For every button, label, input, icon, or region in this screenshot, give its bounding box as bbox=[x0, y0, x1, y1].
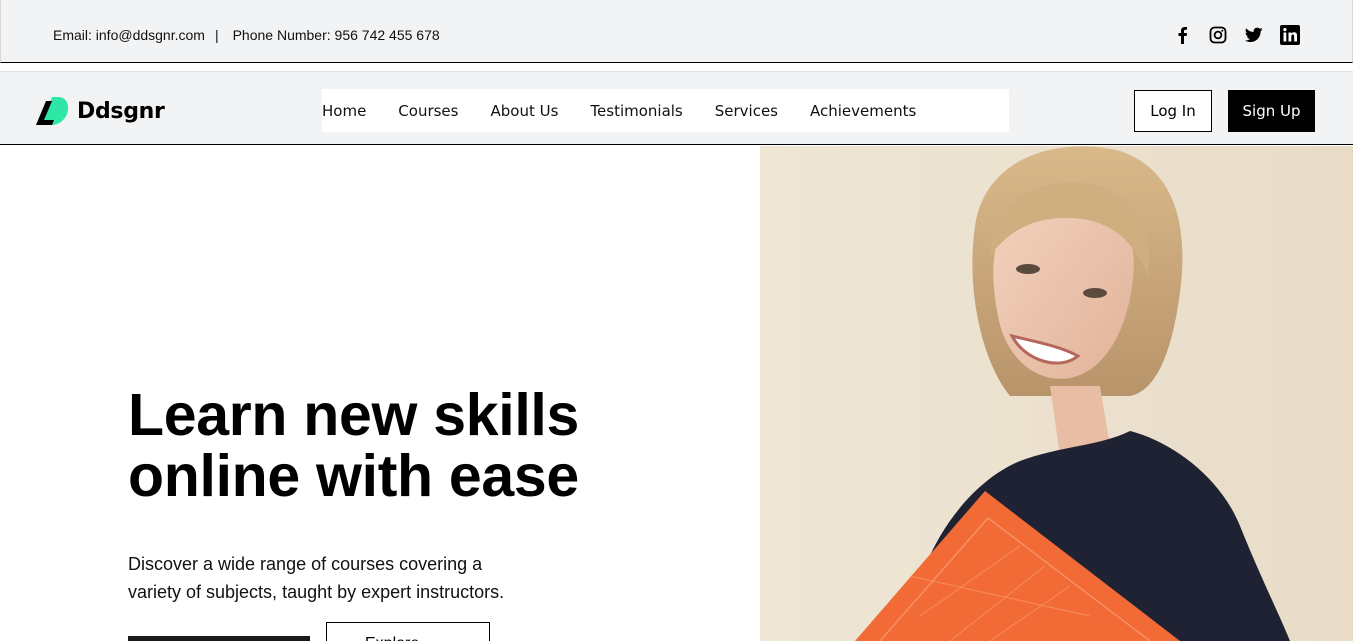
brand-name: Ddsgnr bbox=[77, 98, 165, 124]
social-links bbox=[1171, 24, 1301, 46]
nav-item-courses[interactable]: Courses bbox=[398, 102, 458, 120]
brand-logo[interactable]: Ddsgnr bbox=[36, 96, 165, 126]
hero-description: Discover a wide range of courses coverin… bbox=[128, 554, 505, 602]
nav-item-about-us[interactable]: About Us bbox=[490, 102, 558, 120]
nav-item-testimonials[interactable]: Testimonials bbox=[590, 102, 682, 120]
primary-nav: Home Courses About Us Testimonials Servi… bbox=[322, 89, 1009, 132]
facebook-icon[interactable] bbox=[1171, 24, 1193, 46]
linkedin-icon[interactable] bbox=[1279, 24, 1301, 46]
twitter-icon[interactable] bbox=[1243, 24, 1265, 46]
logo-mark-icon bbox=[36, 97, 69, 125]
secondary-cta-button[interactable]: Explore bbox=[326, 622, 490, 641]
phone-text[interactable]: Phone Number: 956 742 455 678 bbox=[233, 27, 440, 43]
contact-info: Email: info@ddsgnr.com | Phone Number: 956… bbox=[53, 27, 440, 43]
login-button[interactable]: Log In bbox=[1134, 90, 1212, 132]
hero-title-line-1: Learn new skills bbox=[128, 382, 580, 448]
nav-item-achievements[interactable]: Achievements bbox=[810, 102, 916, 120]
contact-separator: | bbox=[214, 27, 219, 43]
email-text[interactable]: Email: info@ddsgnr.com bbox=[53, 27, 205, 43]
nav-item-services[interactable]: Services bbox=[715, 102, 778, 120]
primary-cta-button[interactable] bbox=[128, 636, 310, 641]
signup-button[interactable]: Sign Up bbox=[1228, 90, 1315, 132]
hero-title-line-2: online with ease bbox=[128, 443, 579, 509]
top-info-bar: Email: info@ddsgnr.com | Phone Number: 956… bbox=[0, 0, 1353, 63]
main-header: Ddsgnr Home Courses About Us Testimonial… bbox=[0, 71, 1353, 145]
instagram-icon[interactable] bbox=[1207, 24, 1229, 46]
hero-title: Learn new skills online with ease bbox=[128, 385, 579, 507]
hero-image bbox=[760, 146, 1353, 641]
nav-item-home[interactable]: Home bbox=[322, 102, 366, 120]
